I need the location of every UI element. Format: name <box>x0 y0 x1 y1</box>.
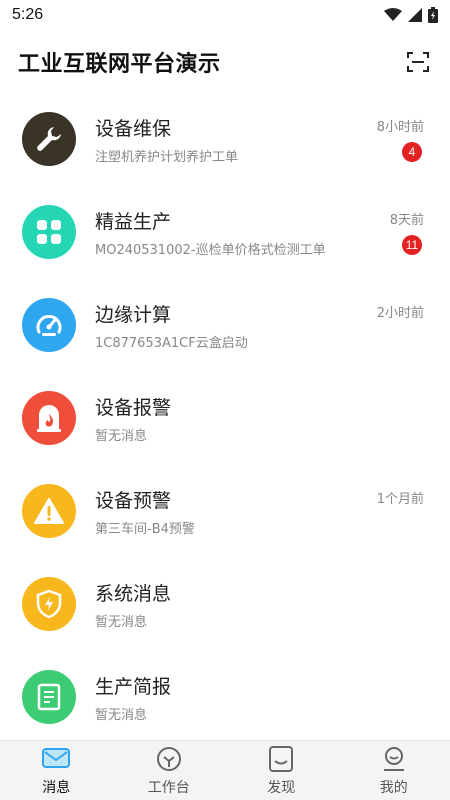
tab-workbench[interactable]: 工作台 <box>113 741 226 800</box>
app-title: 工业互联网平台演示 <box>18 52 221 77</box>
message-item-maintenance[interactable]: 设备维保 注塑机养护计划养护工单 8小时前 4 <box>0 96 450 189</box>
avatar <box>22 391 76 445</box>
scan-icon <box>407 52 429 72</box>
item-title: 设备维保 <box>95 118 172 140</box>
unread-badge: 4 <box>402 142 422 162</box>
item-title: 生产简报 <box>95 676 172 698</box>
message-icon <box>41 745 71 773</box>
tab-messages[interactable]: 消息 <box>0 741 113 800</box>
tab-discover[interactable]: 发现 <box>225 741 338 800</box>
item-title: 系统消息 <box>95 583 172 605</box>
tab-label: 消息 <box>42 779 71 796</box>
avatar <box>22 484 76 538</box>
tab-label: 发现 <box>267 779 296 796</box>
shield-bolt-icon <box>36 589 62 619</box>
avatar <box>22 205 76 259</box>
avatar <box>22 298 76 352</box>
wrench-icon <box>37 127 61 151</box>
item-time: 1个月前 <box>376 492 424 507</box>
message-item-equipment-alarm[interactable]: 设备报警 暂无消息 <box>0 375 450 468</box>
item-subtitle: 暂无消息 <box>95 615 148 630</box>
app-header: 工业互联网平台演示 <box>0 30 450 94</box>
item-subtitle: 暂无消息 <box>95 708 148 723</box>
workbench-icon <box>154 745 184 773</box>
item-time: 8小时前 <box>376 120 424 135</box>
message-item-production-report[interactable]: 生产简报 暂无消息 <box>0 654 450 747</box>
scan-button[interactable] <box>404 48 432 76</box>
item-subtitle: 1C877653A1CF云盒启动 <box>95 336 248 351</box>
discover-icon <box>266 745 296 773</box>
tab-label: 工作台 <box>147 779 190 796</box>
grid-icon <box>37 220 61 244</box>
item-subtitle: 第三车间-B4预警 <box>95 522 195 537</box>
fire-alarm-icon <box>37 405 61 432</box>
message-item-equipment-warning[interactable]: 设备预警 第三车间-B4预警 1个月前 <box>0 468 450 561</box>
avatar <box>22 112 76 166</box>
status-bar: 5:26 <box>0 0 450 30</box>
message-list: 设备维保 注塑机养护计划养护工单 8小时前 4 精益生产 MO240531002… <box>0 96 450 747</box>
item-subtitle: MO240531002-巡检单价格式检测工单 <box>95 243 326 258</box>
battery-icon <box>428 7 438 23</box>
signal-icon <box>408 8 422 22</box>
item-subtitle: 暂无消息 <box>95 429 148 444</box>
profile-icon <box>379 745 409 773</box>
message-item-system[interactable]: 系统消息 暂无消息 <box>0 561 450 654</box>
item-time: 8天前 <box>389 213 424 228</box>
item-subtitle: 注塑机养护计划养护工单 <box>95 150 239 165</box>
item-time: 2小时前 <box>376 306 424 321</box>
message-item-edge-computing[interactable]: 边缘计算 1C877653A1CF云盒启动 2小时前 <box>0 282 450 375</box>
item-title: 边缘计算 <box>95 304 172 326</box>
status-time: 5:26 <box>12 6 44 23</box>
avatar <box>22 577 76 631</box>
unread-badge: 11 <box>402 235 422 255</box>
status-icons <box>384 7 438 23</box>
avatar <box>22 670 76 724</box>
warning-icon <box>34 498 64 524</box>
tab-profile[interactable]: 我的 <box>338 741 450 800</box>
gauge-icon <box>36 314 62 336</box>
bottom-tab-bar: 消息 工作台 发现 我的 <box>0 740 450 800</box>
message-item-lean-production[interactable]: 精益生产 MO240531002-巡检单价格式检测工单 8天前 11 <box>0 189 450 282</box>
item-title: 设备预警 <box>95 490 172 512</box>
tab-label: 我的 <box>379 779 408 796</box>
item-title: 精益生产 <box>95 211 172 233</box>
item-title: 设备报警 <box>95 397 172 419</box>
document-icon <box>37 683 61 711</box>
wifi-icon <box>384 8 402 21</box>
